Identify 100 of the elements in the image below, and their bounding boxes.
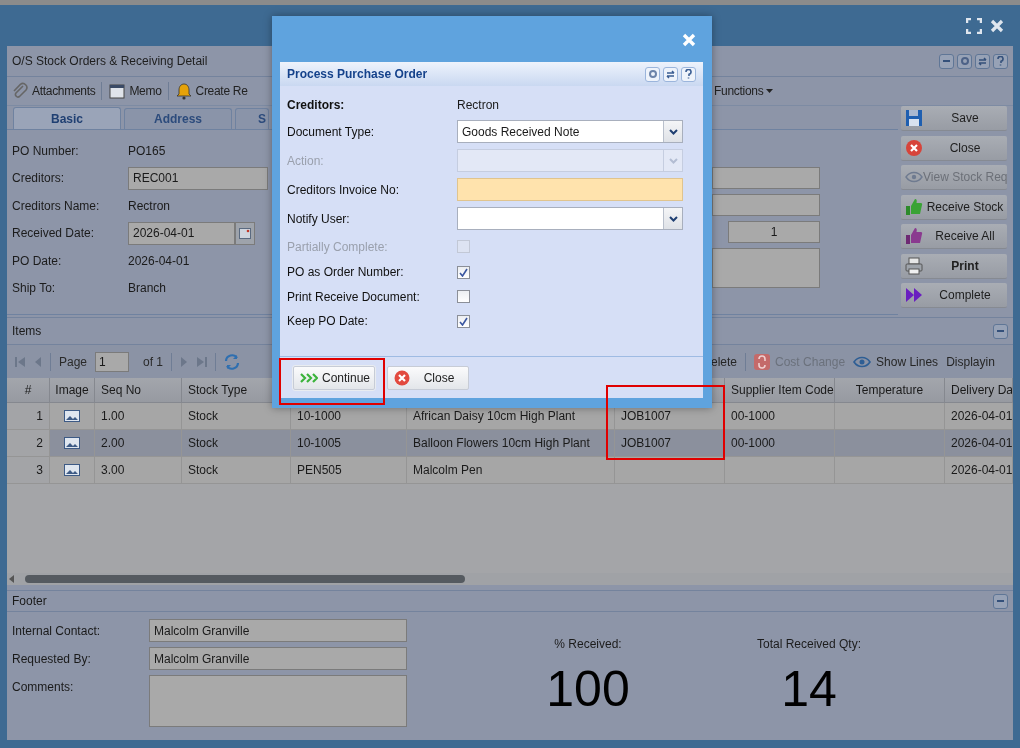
checkbox[interactable] [457,314,470,328]
action-button[interactable]: Complete [901,283,1007,308]
dropdown[interactable] [457,207,683,230]
refresh-button[interactable] [663,66,678,82]
stat-value: 100 [546,664,630,714]
stat-label: % Received: [554,636,622,653]
table-cell: 2026-04-01 [945,430,1013,456]
column-header[interactable]: Seq No [95,378,182,402]
last-page-icon[interactable] [196,355,208,368]
field-label: PO Number: [12,142,80,160]
dropdown[interactable]: Goods Received Note [457,120,683,143]
caret-icon [766,89,774,93]
field-value: Branch [128,280,167,298]
calendar-icon [108,82,127,100]
help-icon [997,56,1004,66]
column-header[interactable]: Image [50,378,95,402]
text-field[interactable] [712,167,820,189]
close-icon [394,369,410,386]
text-field[interactable]: REC001 [128,166,268,190]
help-button[interactable] [993,53,1008,69]
minimize-button[interactable] [939,53,954,69]
checkbox[interactable] [457,290,470,303]
action-button[interactable]: Close [901,135,1007,161]
refresh-icon[interactable] [224,353,241,370]
toolbar-button[interactable]: Show Lines [853,352,939,371]
action-button[interactable]: Receive Stock [901,194,1007,220]
dialog-button[interactable]: Continue [293,365,375,390]
field-label: Creditors Name: [12,197,101,215]
toolbar-button[interactable]: elete [711,352,738,371]
table-cell: 1.00 [95,403,182,429]
tab[interactable]: Basic [13,107,121,129]
field-value: Rectron [128,197,171,215]
table-cell: 00-1000 [725,403,835,429]
toolbar-button[interactable]: Create Re [174,82,248,100]
field-value: PO165 [128,142,166,160]
table-cell: Balloon Flowers 10cm High Plant [407,430,615,456]
field-label: Keep PO Date: [287,313,369,330]
field-value: Rectron [457,96,500,114]
text-field[interactable]: Malcolm Granville [149,647,407,670]
chevron-down-icon [668,157,678,164]
close-icon [905,138,923,157]
thumbs-up-icon [905,197,923,216]
field-label: Creditors: [12,170,65,188]
maximize-icon[interactable] [966,17,982,34]
calendar-button[interactable] [235,221,255,245]
table-row[interactable]: 2 2.00 Stock 10-1005 Balloon Flowers 10cm High Plant JOB1007 00-1000 2026-04-01 [7,430,1013,457]
table-cell: 2 [7,430,50,456]
toolbar-button[interactable]: Attachments [11,82,96,100]
chevron-down-icon [668,128,678,135]
close-icon[interactable] [990,18,1004,33]
section-title: Footer [12,593,47,610]
field-label: Action: [287,152,325,170]
text-field[interactable]: Malcolm Granville [149,619,407,642]
minus-icon [997,600,1004,602]
column-header[interactable]: Supplier Item Code [725,378,835,402]
stat-label: Total Received Qty: [756,636,861,653]
refresh-button[interactable] [975,53,990,69]
refresh-icon [978,56,987,66]
field-label: Internal Contact: [12,623,102,640]
field-label: Received Date: [12,225,96,243]
image-icon [64,464,80,476]
date-field[interactable]: 2026-04-01 [128,221,235,245]
check-icon [459,316,468,326]
eye-icon [853,355,872,368]
previous-page-icon[interactable] [34,355,42,368]
scroll-left-icon[interactable] [9,575,14,583]
minimize-button[interactable] [993,593,1008,609]
scrollbar-thumb[interactable] [25,575,465,583]
field-label: PO Date: [12,252,63,270]
first-page-icon[interactable] [15,355,26,368]
dialog-button[interactable]: Close [387,365,469,390]
table-cell: PEN505 [291,457,407,483]
table-row[interactable]: 1 1.00 Stock 10-1000 African Daisy 10cm High Plant JOB1007 00-1000 2026-04-01 [7,403,1013,430]
checkbox[interactable] [457,265,470,279]
text-area[interactable] [149,675,407,727]
next-page-icon[interactable] [180,355,189,368]
settings-button[interactable] [957,53,972,69]
settings-button[interactable] [645,66,660,82]
field-label: Creditors: [287,96,346,114]
number-field[interactable]: 1 [728,221,820,243]
column-header[interactable]: Temperature [835,378,945,402]
minus-icon [997,330,1004,332]
text-field[interactable] [712,194,820,216]
gear-icon [960,57,969,65]
table-cell: 2.00 [95,430,182,456]
link-icon [754,353,771,370]
minimize-button[interactable] [993,323,1008,339]
table-row[interactable]: 3 3.00 Stock PEN505 Malcolm Pen 2026-04-01 [7,457,1013,484]
action-button[interactable]: Save [901,106,1007,131]
table-cell: Malcolm Pen [407,457,615,483]
help-button[interactable] [681,66,696,82]
action-button[interactable]: Receive All [901,224,1007,249]
column-header[interactable]: # [7,378,50,402]
toolbar-button[interactable]: Memo [108,82,162,100]
page-field[interactable]: 1 [95,351,130,372]
action-button[interactable]: Print [901,253,1007,279]
toolbar-button[interactable]: Displayin [946,352,995,371]
text-area[interactable] [712,248,820,288]
page-label: Page [59,353,88,371]
text-field[interactable] [457,178,683,201]
